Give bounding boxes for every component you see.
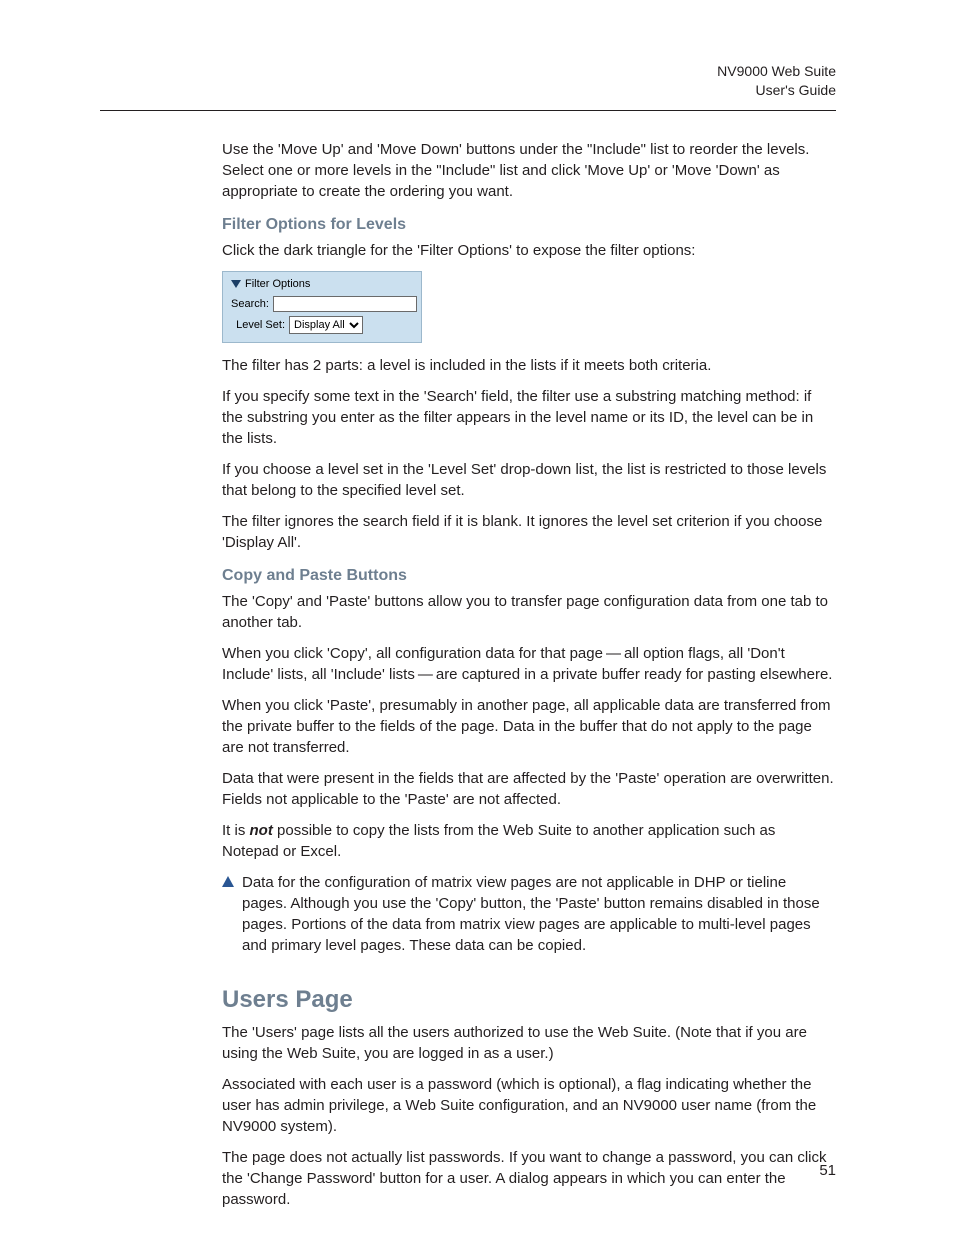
users-p2: Associated with each user is a password …: [222, 1074, 834, 1137]
search-input[interactable]: [273, 296, 417, 312]
emphasis-not: not: [250, 822, 273, 839]
filter-p4: If you choose a level set in the 'Level …: [222, 459, 834, 501]
copy-p2: When you click 'Copy', all configuration…: [222, 643, 834, 685]
doc-subtitle: User's Guide: [118, 81, 836, 100]
users-heading: Users Page: [222, 986, 834, 1014]
users-p3: The page does not actually list password…: [222, 1147, 834, 1210]
copy-p3: When you click 'Paste', presumably in an…: [222, 695, 834, 758]
levelset-label: Level Set:: [231, 319, 289, 331]
running-header: NV9000 Web Suite User's Guide: [118, 62, 836, 100]
page-content: Use the 'Move Up' and 'Move Down' button…: [222, 139, 834, 1210]
users-p1: The 'Users' page lists all the users aut…: [222, 1022, 834, 1064]
levelset-select[interactable]: Display All: [289, 316, 363, 334]
filter-p1: Click the dark triangle for the 'Filter …: [222, 240, 834, 261]
filter-p2: The filter has 2 parts: a level is inclu…: [222, 355, 834, 376]
filter-panel-title: Filter Options: [245, 278, 310, 290]
doc-title: NV9000 Web Suite: [118, 62, 836, 81]
page-number: 51: [819, 1162, 836, 1179]
copy-note: Data for the configuration of matrix vie…: [242, 872, 834, 956]
filter-p3: If you specify some text in the 'Search'…: [222, 386, 834, 449]
copy-p5: It is not possible to copy the lists fro…: [222, 820, 834, 862]
filter-heading: Filter Options for Levels: [222, 216, 834, 234]
filter-p5: The filter ignores the search field if i…: [222, 511, 834, 553]
copy-p4: Data that were present in the fields tha…: [222, 768, 834, 810]
intro-paragraph: Use the 'Move Up' and 'Move Down' button…: [222, 139, 834, 202]
header-rule: [100, 110, 836, 111]
copy-p1: The 'Copy' and 'Paste' buttons allow you…: [222, 591, 834, 633]
triangle-down-icon[interactable]: [231, 280, 241, 288]
triangle-up-icon: [222, 876, 234, 887]
search-label: Search:: [231, 298, 273, 310]
note-block: Data for the configuration of matrix vie…: [222, 872, 834, 956]
filter-options-panel: Filter Options Search: Level Set: Displa…: [222, 271, 422, 343]
copy-heading: Copy and Paste Buttons: [222, 567, 834, 585]
